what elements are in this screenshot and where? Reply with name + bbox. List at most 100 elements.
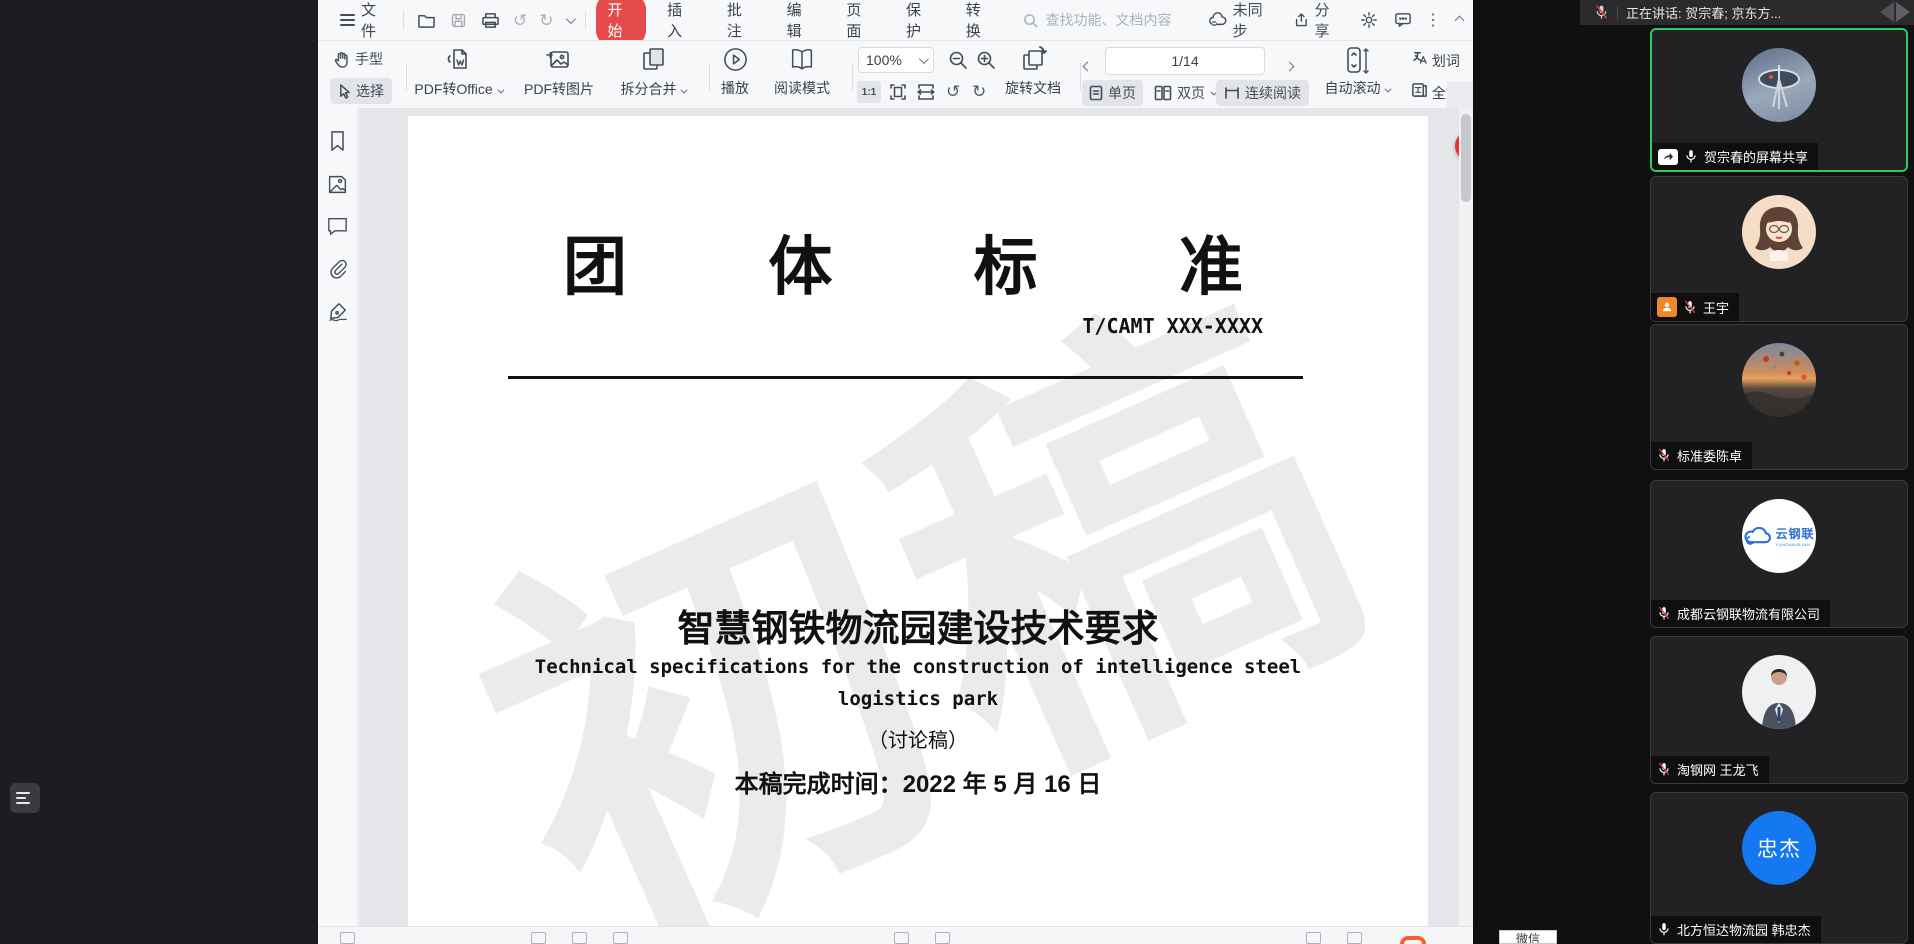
statusbar-icon[interactable]: [894, 932, 909, 944]
next-page-button[interactable]: [1286, 57, 1293, 73]
share-button[interactable]: 分享: [1284, 0, 1352, 40]
cursor-icon: [338, 84, 351, 99]
vertical-scrollbar[interactable]: ▼: [1459, 108, 1473, 944]
redo-icon: ↻: [539, 12, 553, 29]
statusbar-icon[interactable]: [340, 932, 355, 944]
redo-button[interactable]: ↻: [533, 0, 559, 40]
quick-tools-dropdown[interactable]: [560, 0, 579, 40]
rotate-ccw-button[interactable]: ↺: [946, 83, 960, 100]
open-file-button[interactable]: [410, 0, 443, 40]
participant-namebar: 标准委陈卓: [1651, 442, 1752, 469]
split-merge-button[interactable]: 拆分合并: [610, 46, 696, 99]
participant-tile[interactable]: 标准委陈卓: [1650, 324, 1908, 470]
zoom-level-select[interactable]: 100%: [858, 47, 934, 73]
tab-convert[interactable]: 转换: [955, 0, 1005, 45]
statusbar-icon[interactable]: [531, 932, 546, 944]
fit-width-button[interactable]: [916, 82, 936, 105]
continuous-read-icon: [1224, 86, 1240, 100]
participant-tile[interactable]: 云钢联 YUNGANGLIAN 成都云钢联物流有限公司: [1650, 480, 1908, 628]
split-merge-icon: [639, 46, 667, 74]
document-canvas[interactable]: 初稿 团 体 标 准 T/CAMT XXX-XXXX 智慧钢铁物流园建设技术要求…: [359, 108, 1459, 926]
forward-arrow-icon[interactable]: [1896, 2, 1910, 22]
folder-icon: [417, 12, 436, 29]
read-mode-label: 阅读模式: [774, 80, 830, 96]
tab-protect[interactable]: 保护: [895, 0, 945, 45]
tab-edit[interactable]: 编辑: [776, 0, 826, 45]
translate-word-label: 划词: [1432, 53, 1460, 69]
undo-icon: ↺: [513, 12, 527, 29]
document-title-en-line1: Technical specifications for the constru…: [408, 656, 1428, 678]
tab-page[interactable]: 页面: [835, 0, 885, 45]
save-icon: [450, 12, 467, 29]
tab-insert[interactable]: 插入: [656, 0, 706, 45]
hand-tool-label: 手型: [355, 49, 383, 69]
participant-tile[interactable]: 贺宗春的屏幕共享: [1650, 28, 1908, 172]
select-tool-label: 选择: [356, 81, 384, 101]
tab-home[interactable]: 开始: [596, 0, 646, 45]
continuous-read-label: 连续阅读: [1245, 83, 1301, 103]
document-header: 团 体 标 准: [563, 216, 1243, 308]
statusbar-icon[interactable]: [613, 932, 628, 944]
comments-panel-icon[interactable]: [327, 217, 348, 236]
tab-comment[interactable]: 批注: [716, 0, 766, 45]
auto-scroll-icon: [1344, 45, 1370, 75]
thumbnail-image-icon[interactable]: [327, 174, 348, 195]
statusbar-icon[interactable]: [1306, 932, 1321, 944]
rotate-document-icon: [1018, 45, 1048, 75]
scrollbar-thumb[interactable]: [1461, 114, 1471, 202]
participant-tile[interactable]: 王宇: [1650, 176, 1908, 322]
settings-button[interactable]: [1352, 0, 1386, 40]
participant-name: 北方恒达物流园 韩忠杰: [1677, 920, 1811, 939]
hand-tool-button[interactable]: 手型: [334, 49, 383, 69]
undo-button[interactable]: ↺: [507, 0, 533, 40]
zoom-in-button[interactable]: [976, 50, 996, 73]
desktop-list-widget[interactable]: [10, 783, 40, 813]
read-mode-button[interactable]: 阅读模式: [766, 46, 838, 98]
header-rule: [508, 376, 1303, 379]
avatar: 忠杰: [1742, 811, 1816, 885]
prev-page-button[interactable]: [1084, 57, 1091, 73]
rotate-document-button[interactable]: 旋转文档: [1000, 45, 1066, 98]
pdf-app-window: 文件 ↺ ↻ 开始 插入 批注 编辑 页面 保护 转换: [318, 0, 1473, 944]
auto-scroll-button[interactable]: 自动滚动: [1318, 45, 1396, 98]
single-page-button[interactable]: 单页: [1082, 80, 1143, 106]
save-button[interactable]: [443, 0, 474, 40]
statusbar-icon[interactable]: [1347, 932, 1362, 944]
share-icon: [1294, 12, 1310, 28]
pdf-page: 初稿 团 体 标 准 T/CAMT XXX-XXXX 智慧钢铁物流园建设技术要求…: [408, 116, 1428, 926]
bookmark-icon[interactable]: [328, 130, 347, 152]
rotate-cw-button[interactable]: ↻: [972, 83, 986, 100]
double-page-button[interactable]: 双页: [1148, 80, 1221, 106]
pdf-to-image-button[interactable]: PDF转图片: [518, 46, 600, 99]
actual-size-button[interactable]: 1:1: [857, 81, 881, 103]
signature-icon[interactable]: [327, 301, 349, 322]
pdf-to-office-button[interactable]: PDF转Office: [410, 46, 506, 99]
participant-tile[interactable]: 忠杰 北方恒达物流园 韩忠杰: [1650, 792, 1908, 944]
rotate-document-label: 旋转文档: [1005, 80, 1061, 96]
attachment-icon[interactable]: [327, 258, 348, 279]
translate-word-button[interactable]: 划词: [1411, 49, 1467, 71]
print-button[interactable]: [474, 0, 507, 40]
search-input[interactable]: 查找功能、文档内容: [1023, 10, 1194, 30]
page-indicator-input[interactable]: 1/14: [1105, 47, 1265, 75]
page-indicator-value: 1/14: [1171, 53, 1198, 69]
participant-name: 标准委陈卓: [1677, 446, 1742, 465]
file-menu-button[interactable]: 文件: [330, 0, 397, 40]
file-menu-label: 文件: [361, 0, 387, 41]
statusbar-icon[interactable]: [572, 932, 587, 944]
more-menu-button[interactable]: ⋮: [1420, 0, 1446, 40]
select-tool-button[interactable]: 选择: [330, 78, 392, 104]
collapse-toolbar-button[interactable]: [1446, 0, 1473, 40]
cloud-sync-icon: [1208, 12, 1227, 28]
play-button[interactable]: 播放: [710, 46, 760, 98]
statusbar-icon[interactable]: [935, 932, 950, 944]
back-arrow-icon[interactable]: [1880, 2, 1894, 22]
zoom-out-button[interactable]: [948, 50, 968, 73]
participant-tile[interactable]: 淘钢网 王龙飞: [1650, 636, 1908, 784]
fit-page-button[interactable]: [888, 82, 908, 105]
completion-date: 本稿完成时间：2022 年 5 月 16 日: [408, 764, 1428, 799]
continuous-read-button[interactable]: 连续阅读: [1216, 80, 1309, 106]
sync-status-button[interactable]: 未同步: [1198, 0, 1284, 40]
single-page-icon: [1089, 85, 1103, 101]
feedback-button[interactable]: [1386, 0, 1420, 40]
